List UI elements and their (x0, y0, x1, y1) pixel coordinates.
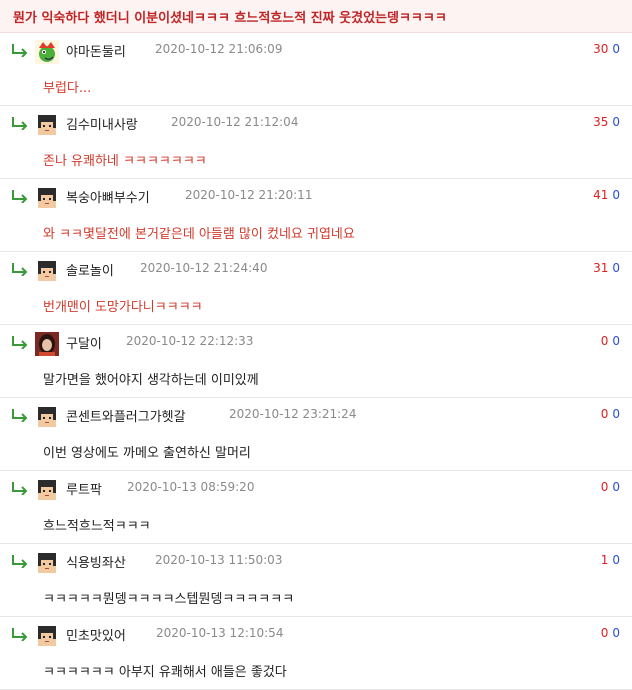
reply-arrow-icon (12, 336, 28, 349)
comment-date: 2020-10-12 21:12:04 (171, 115, 299, 129)
comment-text: ㅋㅋㅋㅋㅋ뭔뎅ㅋㅋㅋㅋ스텝뭔뎅ㅋㅋㅋㅋㅋㅋ (43, 592, 295, 607)
comment-item: 김수미내사랑 2020-10-12 21:12:04 35 0 존나 유쾌하네 ㅋㅋㅋㅋ… (0, 106, 632, 179)
comment-date: 2020-10-12 22:12:33 (126, 334, 254, 348)
vote-counts: 00 (601, 334, 620, 348)
downvote-count[interactable]: 0 (612, 261, 620, 275)
comment-text: 번개맨이 도망가다니ㅋㅋㅋㅋ (43, 300, 203, 315)
comment-text: 존나 유쾌하네 ㅋㅋㅋㅋㅋㅋㅋ (43, 154, 207, 169)
upvote-count[interactable]: 0 (601, 407, 609, 421)
reply-arrow-icon (12, 482, 28, 495)
post-title: 뭔가 익숙하다 했더니 이분이셨네ㅋㅋㅋ 흐느적흐느적 진짜 웃겼었는뎅ㅋㅋㅋㅋ (13, 11, 447, 26)
comment-nickname[interactable]: 식용빙좌산 (66, 552, 126, 571)
comment-nickname[interactable]: 민초맛있어 (66, 625, 126, 644)
downvote-count[interactable]: 0 (612, 626, 620, 640)
vote-counts: 30 0 (593, 42, 620, 56)
pixel-face-avatar-icon[interactable] (35, 478, 59, 502)
upvote-count[interactable]: 0 (601, 480, 609, 494)
downvote-count[interactable]: 0 (612, 480, 620, 494)
dino-avatar-icon[interactable] (35, 40, 59, 64)
comment-item: 솔로놀이 2020-10-12 21:24:40 31 0 번개맨이 도망가다니ㅋㅋㅋㅋ (0, 252, 632, 325)
comment-text: ㅋㅋㅋㅋㅋㅋ 아부지 유쾌해서 애들은 좋겄다 (43, 665, 287, 680)
pixel-face-avatar-icon[interactable] (35, 186, 59, 210)
vote-counts: 00 (601, 480, 620, 494)
upvote-count[interactable]: 0 (601, 626, 609, 640)
comment-nickname[interactable]: 복숭아뼈부수기 (66, 187, 150, 206)
comment-item: 복숭아뼈부수기 2020-10-12 21:20:11 41 0 와 ㅋㅋ몇달전에 본거… (0, 179, 632, 252)
reply-arrow-icon (12, 555, 28, 568)
comment-nickname[interactable]: 솔로놀이 (66, 260, 114, 279)
downvote-count[interactable]: 0 (612, 188, 620, 202)
pixel-face-avatar-icon[interactable] (35, 259, 59, 283)
comment-item: 콘센트와플러그가헷갈 2020-10-12 23:21:24 0 0 이번 영상에도 까… (0, 398, 632, 471)
comment-item: 루트팍 2020-10-13 08:59:20 0 0 흐느적흐느적ㅋㅋㅋ (0, 471, 632, 544)
vote-counts: 41 0 (593, 188, 620, 202)
downvote-count[interactable]: 0 (612, 115, 620, 129)
vote-counts: 00 (601, 407, 620, 421)
pixel-face-avatar-icon[interactable] (35, 405, 59, 429)
comment-date: 2020-10-13 12:10:54 (156, 626, 284, 640)
upvote-count[interactable]: 35 (593, 115, 608, 129)
comment-text: 와 ㅋㅋ몇달전에 본거같은데 아들램 많이 컸네요 귀엽네요 (43, 227, 355, 242)
vote-counts: 35 0 (593, 115, 620, 129)
comment-date: 2020-10-12 21:06:09 (155, 42, 283, 56)
comment-date: 2020-10-12 21:24:40 (140, 261, 268, 275)
reply-arrow-icon (12, 190, 28, 203)
post-title-bar: 뭔가 익숙하다 했더니 이분이셨네ㅋㅋㅋ 흐느적흐느적 진짜 웃겼었는뎅ㅋㅋㅋㅋ (0, 0, 632, 33)
comment-text: 말가면을 했어야지 생각하는데 이미있께 (43, 373, 259, 388)
vote-counts: 00 (601, 626, 620, 640)
reply-arrow-icon (12, 628, 28, 641)
comment-nickname[interactable]: 콘센트와플러그가헷갈 (66, 406, 186, 425)
comment-item: 야마돈둘리 2020-10-12 21:06:09 30 0 부럽다... (0, 33, 632, 106)
reply-arrow-icon (12, 117, 28, 130)
comment-item: 구달이 2020-10-12 22:12:33 0 0 말가면을 했어야지 생각하는데 … (0, 325, 632, 398)
reply-arrow-icon (12, 409, 28, 422)
downvote-count[interactable]: 0 (612, 553, 620, 567)
upvote-count[interactable]: 31 (593, 261, 608, 275)
upvote-count[interactable]: 0 (601, 334, 609, 348)
comment-nickname[interactable]: 구달이 (66, 333, 102, 352)
comment-nickname[interactable]: 루트팍 (66, 479, 102, 498)
comment-text: 흐느적흐느적ㅋㅋㅋ (43, 519, 151, 534)
comment-nickname[interactable]: 야마돈둘리 (66, 41, 126, 60)
reply-arrow-icon (12, 44, 28, 57)
pixel-face-avatar-icon[interactable] (35, 551, 59, 575)
comment-item: 민초맛있어 2020-10-13 12:10:54 0 0 ㅋㅋㅋㅋㅋㅋ 아부지 유쾌해… (0, 617, 632, 690)
pixel-face-avatar-icon[interactable] (35, 624, 59, 648)
vote-counts: 10 (601, 553, 620, 567)
upvote-count[interactable]: 30 (593, 42, 608, 56)
comment-date: 2020-10-12 21:20:11 (185, 188, 313, 202)
comment-text: 이번 영상에도 까메오 출연하신 말머리 (43, 446, 251, 461)
upvote-count[interactable]: 41 (593, 188, 608, 202)
comment-date: 2020-10-12 23:21:24 (229, 407, 357, 421)
reply-arrow-icon (12, 263, 28, 276)
downvote-count[interactable]: 0 (612, 334, 620, 348)
comment-item: 식용빙좌산 2020-10-13 11:50:03 1 0 ㅋㅋㅋㅋㅋ뭔뎅ㅋㅋㅋㅋ스텝뭔… (0, 544, 632, 617)
upvote-count[interactable]: 1 (601, 553, 609, 567)
comment-list: 야마돈둘리 2020-10-12 21:06:09 30 0 부럽다... 김수미내사랑 2… (0, 33, 632, 690)
pixel-face-avatar-icon[interactable] (35, 113, 59, 137)
downvote-count[interactable]: 0 (612, 407, 620, 421)
photo-avatar-icon[interactable] (35, 332, 59, 356)
vote-counts: 31 0 (593, 261, 620, 275)
comment-date: 2020-10-13 11:50:03 (155, 553, 283, 567)
downvote-count[interactable]: 0 (612, 42, 620, 56)
comment-nickname[interactable]: 김수미내사랑 (66, 114, 138, 133)
comment-text: 부럽다... (43, 81, 92, 96)
comment-date: 2020-10-13 08:59:20 (127, 480, 255, 494)
